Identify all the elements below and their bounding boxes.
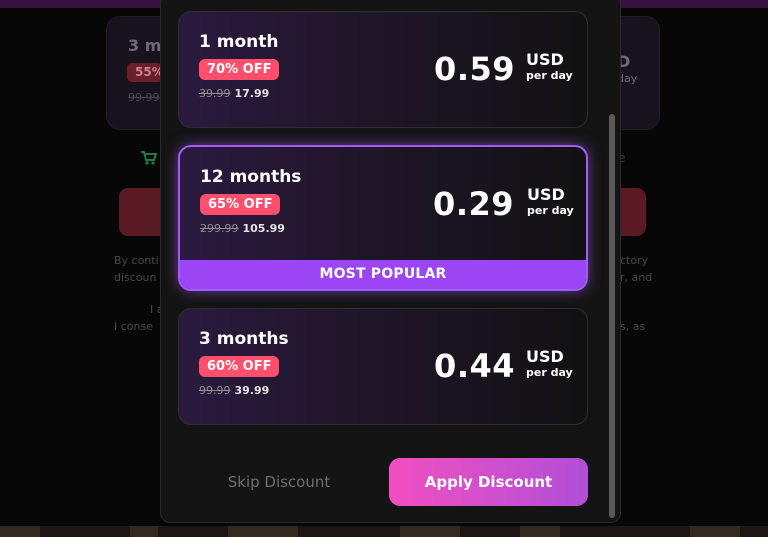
discount-badge: 65% OFF [200, 194, 281, 215]
apply-discount-button[interactable]: Apply Discount [389, 458, 588, 506]
currency-label: USD [527, 185, 565, 204]
background-card-badge: 55% [127, 63, 164, 82]
daily-price: 0.29 [433, 185, 514, 223]
plan-name: 12 months [200, 167, 302, 187]
modal-scrollbar-thumb[interactable] [609, 114, 615, 518]
plan-name: 3 months [199, 329, 289, 349]
skip-discount-button[interactable]: Skip Discount [199, 466, 359, 498]
background-text: discoun [114, 271, 157, 284]
plan-option-12-months[interactable]: 12 months 65% OFF 299.99 105.99 0.29 USD … [178, 145, 588, 291]
plan-option-1-month[interactable]: 1 month 70% OFF 39.99 17.99 0.59 USD per … [178, 11, 588, 128]
background-image-strip [0, 526, 768, 537]
background-text: I conse [114, 320, 153, 333]
new-price: 39.99 [234, 384, 270, 397]
per-day-label: per day [527, 204, 574, 217]
discount-badge: 70% OFF [199, 59, 280, 80]
price-comparison: 299.99 105.99 [200, 222, 285, 235]
new-price: 17.99 [234, 87, 270, 100]
most-popular-banner: MOST POPULAR [180, 260, 586, 289]
background-text: r, and [620, 271, 653, 284]
price-comparison: 39.99 17.99 [199, 87, 269, 100]
plan-option-3-months[interactable]: 3 months 60% OFF 99.99 39.99 0.44 USD per… [178, 308, 588, 425]
cart-icon [140, 150, 158, 170]
price-comparison: 99.99 39.99 [199, 384, 269, 397]
daily-price: 0.59 [434, 50, 515, 88]
currency-label: USD [526, 347, 564, 366]
discount-badge: 60% OFF [199, 356, 280, 377]
background-text: By conti [114, 254, 159, 267]
background-text: s, as [620, 320, 646, 333]
screen: 3 mo 55% 99.99 D day e By conti ctory di… [0, 0, 768, 537]
per-day-label: per day [526, 366, 573, 379]
plan-name: 1 month [199, 32, 279, 52]
per-day-label: per day [526, 69, 573, 82]
daily-price: 0.44 [434, 347, 515, 385]
new-price: 105.99 [242, 222, 285, 235]
old-price: 39.99 [199, 87, 231, 100]
old-price: 99.99 [199, 384, 231, 397]
old-price: 299.99 [200, 222, 239, 235]
background-card-old-price: 99.99 [128, 91, 160, 104]
background-text: ctory [620, 254, 649, 267]
currency-label: USD [526, 50, 564, 69]
